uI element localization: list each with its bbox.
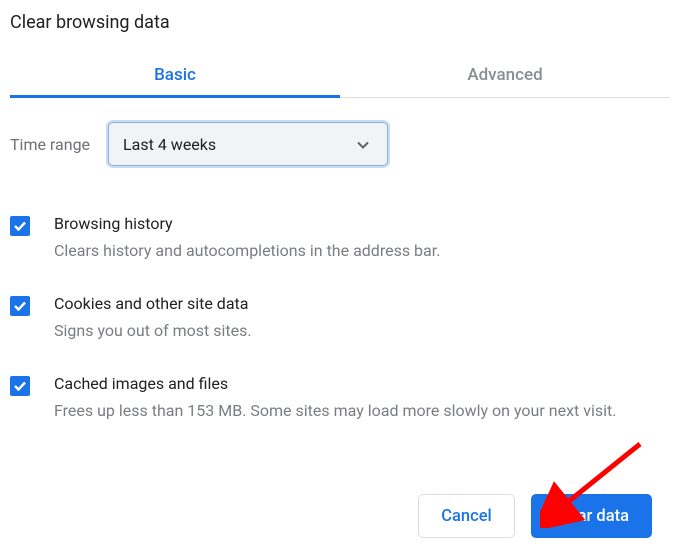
chevron-down-icon: [357, 135, 369, 154]
tab-advanced[interactable]: Advanced: [340, 51, 670, 97]
button-label: Clear data: [554, 507, 629, 526]
time-range-row: Time range Last 4 weeks: [10, 98, 670, 176]
option-text: Cookies and other site data Signs you ou…: [54, 294, 252, 342]
option-cache: Cached images and files Frees up less th…: [10, 358, 670, 438]
option-text: Browsing history Clears history and auto…: [54, 214, 440, 262]
checkbox-cache[interactable]: [10, 376, 30, 396]
option-description: Clears history and autocompletions in th…: [54, 239, 440, 262]
tab-label: Basic: [154, 65, 196, 85]
clear-data-button[interactable]: Clear data: [531, 494, 652, 538]
option-description: Signs you out of most sites.: [54, 319, 252, 342]
tabs: Basic Advanced: [10, 51, 670, 98]
option-title: Browsing history: [54, 214, 440, 233]
dialog-title: Clear browsing data: [10, 8, 670, 51]
option-text: Cached images and files Frees up less th…: [54, 374, 616, 422]
time-range-label: Time range: [10, 135, 90, 154]
option-title: Cached images and files: [54, 374, 616, 393]
time-range-select[interactable]: Last 4 weeks: [108, 122, 388, 166]
checkbox-cookies[interactable]: [10, 296, 30, 316]
check-icon: [13, 379, 27, 393]
button-label: Cancel: [441, 507, 492, 526]
tab-label: Advanced: [467, 65, 542, 85]
dialog-footer: Cancel Clear data: [418, 494, 652, 538]
clear-browsing-data-dialog: Clear browsing data Basic Advanced Time …: [0, 0, 680, 439]
checkbox-browsing-history[interactable]: [10, 216, 30, 236]
time-range-value: Last 4 weeks: [123, 135, 216, 154]
check-icon: [13, 219, 27, 233]
option-cookies: Cookies and other site data Signs you ou…: [10, 278, 670, 358]
option-browsing-history: Browsing history Clears history and auto…: [10, 198, 670, 278]
options-list: Browsing history Clears history and auto…: [10, 176, 670, 439]
option-title: Cookies and other site data: [54, 294, 252, 313]
cancel-button[interactable]: Cancel: [418, 494, 515, 538]
option-description: Frees up less than 153 MB. Some sites ma…: [54, 399, 616, 422]
tab-basic[interactable]: Basic: [10, 51, 340, 97]
check-icon: [13, 299, 27, 313]
